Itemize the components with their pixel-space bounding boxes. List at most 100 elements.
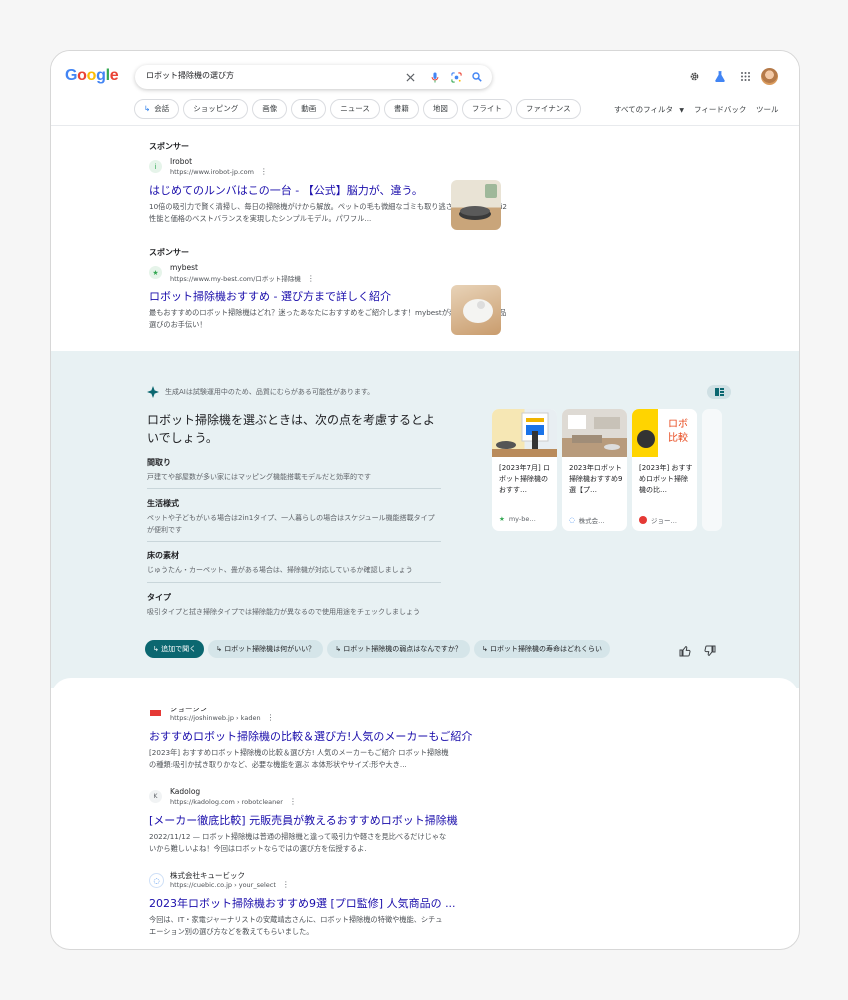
- labs-flask-icon[interactable]: [710, 66, 730, 86]
- result-site-url: https://joshinweb.jp › kaden ⋮: [170, 713, 275, 722]
- section-edge: [51, 337, 799, 351]
- reply-arrow-icon: ↳: [144, 104, 151, 113]
- ask-follow-up-button[interactable]: ↳ 追加で聞く: [145, 640, 205, 658]
- ad-site-name: mybest: [170, 263, 198, 272]
- follow-up-chips: ↳ 追加で聞く ↳ ロボット掃除機は何がいい？ ↳ ロボット掃除機の弱点はなんで…: [145, 640, 615, 658]
- result-site-row[interactable]: ◌ 株式会社キュービック https://cuebic.co.jp › your…: [149, 870, 449, 892]
- search-header: Google ロボット掃除機の選び方 ↳ 会話 ショッピング 画像 動画 ニュー…: [51, 51, 799, 126]
- dropdown-caret-icon: ▼: [679, 107, 685, 114]
- clear-icon[interactable]: [401, 68, 419, 86]
- thumbs-down-icon[interactable]: [704, 645, 716, 657]
- ad-thumbnail-robot-vacuum[interactable]: [451, 285, 501, 335]
- more-options-icon[interactable]: ⋮: [289, 797, 297, 806]
- ai-source-card-partial[interactable]: [702, 409, 722, 531]
- card-thumbnail: [492, 409, 557, 457]
- result-title-link[interactable]: おすすめロボット掃除機の比較＆選び方!人気のメーカーもご紹介: [149, 728, 472, 744]
- more-options-icon[interactable]: ⋮: [282, 880, 290, 889]
- divider: [147, 541, 441, 542]
- result-site-url: https://cuebic.co.jp › your_select ⋮: [170, 880, 290, 889]
- cubic-favicon-icon: ◌: [149, 873, 164, 888]
- search-icon[interactable]: [468, 68, 486, 86]
- ai-source-card[interactable]: ロボ 比較 [2023年] おすすめロボット掃除機の比… ジョー…: [632, 409, 697, 531]
- ai-point-lifestyle: 生活様式 ペットや子どもがいる場合は2in1タイプ、一人暮らしの場合はスケジュー…: [147, 499, 435, 534]
- browser-frame: Google ロボット掃除機の選び方 ↳ 会話 ショッピング 画像 動画 ニュー…: [50, 50, 800, 950]
- card-source: ◌ 株式会…: [569, 516, 605, 525]
- kadolog-favicon-icon: K: [149, 790, 162, 803]
- reply-arrow-icon: ↳: [481, 645, 491, 653]
- ad-site-url: https://www.my-best.com/ロボット掃除機 ⋮: [170, 274, 315, 283]
- search-result: ◌ 株式会社キュービック https://cuebic.co.jp › your…: [149, 865, 456, 938]
- all-filters-button[interactable]: すべてのフィルタ ▼: [614, 104, 684, 115]
- chip-videos[interactable]: 動画: [291, 99, 327, 119]
- result-site-name: Kadolog: [170, 787, 201, 796]
- card-thumbnail: ロボ 比較: [632, 409, 697, 457]
- ai-layout-toggle-button[interactable]: [707, 385, 731, 399]
- result-description: 2022/11/12 — ロボット掃除機は普通の掃除機と違って吸引力や軽さを見比…: [149, 832, 447, 853]
- chip-shopping[interactable]: ショッピング: [183, 99, 249, 119]
- avatar[interactable]: [761, 68, 778, 85]
- chip-books[interactable]: 書籍: [383, 99, 419, 119]
- lens-icon[interactable]: [447, 68, 465, 86]
- ai-heading: ロボット掃除機を選ぶときは、次の点を考慮するとよいでしょう。: [147, 413, 436, 445]
- card-thumbnail: [562, 409, 627, 457]
- ai-disclaimer: 生成AIは試験運用中のため、品質にむらがある可能性があります。: [147, 386, 374, 398]
- section-edge: [51, 678, 799, 708]
- chip-finance[interactable]: ファイナンス: [515, 99, 581, 119]
- cubic-favicon-icon: ◌: [569, 516, 575, 524]
- sponsored-label: スポンサー: [149, 248, 189, 257]
- settings-gear-icon[interactable]: [684, 66, 704, 86]
- sponsored-label: スポンサー: [149, 142, 189, 151]
- reply-arrow-icon: ↳: [216, 645, 225, 653]
- svg-text:比較: 比較: [668, 431, 688, 444]
- divider: [147, 488, 441, 489]
- joshin-favicon-icon: [639, 516, 647, 524]
- chip-flights[interactable]: フライト: [461, 99, 512, 119]
- tools-button[interactable]: ツール: [756, 104, 779, 115]
- star-favicon-icon: ★: [149, 266, 162, 279]
- layout-icon: [714, 388, 724, 396]
- ad-thumbnail-robot-vacuum[interactable]: [451, 180, 501, 230]
- chip-maps[interactable]: 地図: [422, 99, 458, 119]
- follow-up-chip[interactable]: ↳ ロボット掃除機の寿命はどれくらい: [473, 640, 611, 658]
- google-logo[interactable]: Google: [65, 67, 119, 85]
- search-box[interactable]: ロボット掃除機の選び方: [135, 65, 492, 89]
- more-options-icon[interactable]: ⋮: [267, 713, 275, 722]
- ad-site-name: Irobot: [170, 157, 193, 166]
- ai-sparkle-icon: [147, 386, 159, 398]
- ai-point-type: タイプ 吸引タイプと拭き掃除タイプでは掃除能力が異なるので使用用途をチェックしま…: [147, 593, 420, 616]
- filter-chips: ↳ 会話 ショッピング 画像 動画 ニュース 書籍 地図 フライト ファイナンス: [134, 99, 581, 119]
- ai-point-floor: 床の素材 じゅうたん・カーペット、畳がある場合は、掃除機が対応しているか確認しま…: [147, 551, 413, 574]
- search-result: K Kadolog https://kadolog.com › robotcle…: [149, 782, 458, 855]
- search-result: ジョーシン https://joshinweb.jp › kaden ⋮ おすすめ…: [149, 698, 472, 771]
- ai-point-layout: 間取り 戸建てや部屋数が多い家にはマッピング機能搭載モデルだと効率的です: [147, 458, 371, 481]
- follow-up-chip[interactable]: ↳ ロボット掃除機の弱点はなんですか？: [327, 640, 470, 658]
- more-options-icon[interactable]: ⋮: [260, 167, 268, 176]
- svg-text:ロボ: ロボ: [668, 418, 688, 430]
- chip-conversation[interactable]: ↳ 会話: [134, 99, 180, 119]
- divider: [147, 582, 441, 583]
- search-input[interactable]: ロボット掃除機の選び方: [146, 70, 234, 81]
- ad-site-row[interactable]: ★ mybest https://www.my-best.com/ロボット掃除機…: [149, 263, 509, 285]
- result-site-url: https://kadolog.com › robotcleaner ⋮: [170, 797, 297, 806]
- result-title-link[interactable]: 2023年ロボット掃除機おすすめ9選 [プロ監修] 人気商品の ...: [149, 895, 456, 911]
- result-description: 今回は、IT・家電ジャーナリストの安蔵靖志さんに、ロボット掃除機の特徴や機能、シ…: [149, 915, 443, 936]
- feedback-link[interactable]: フィードバック: [694, 104, 746, 115]
- irobot-favicon-icon: i: [149, 160, 162, 173]
- ad-site-row[interactable]: i Irobot https://www.irobot-jp.com ⋮: [149, 157, 509, 179]
- chip-news[interactable]: ニュース: [330, 99, 380, 119]
- reply-arrow-icon: ↳: [153, 645, 162, 653]
- follow-up-chip[interactable]: ↳ ロボット掃除機は何がいい？: [208, 640, 324, 658]
- thumbs-up-icon[interactable]: [679, 645, 691, 657]
- more-options-icon[interactable]: ⋮: [307, 274, 315, 283]
- ai-source-card[interactable]: 2023年ロボット掃除機おすすめ9選【プ… ◌ 株式会…: [562, 409, 627, 531]
- card-source: ★ my-be…: [499, 515, 536, 523]
- result-description: [2023年] おすすめロボット掃除機の比較＆選び方! 人気のメーカーもご紹介 …: [149, 748, 449, 769]
- ad-site-url: https://www.irobot-jp.com ⋮: [170, 167, 268, 176]
- card-source: ジョー…: [639, 515, 677, 525]
- chip-images[interactable]: 画像: [252, 99, 288, 119]
- result-site-row[interactable]: K Kadolog https://kadolog.com › robotcle…: [149, 787, 449, 809]
- ai-source-card[interactable]: [2023年7月] ロボット掃除機のおすす… ★ my-be…: [492, 409, 557, 531]
- microphone-icon[interactable]: [426, 68, 444, 86]
- result-title-link[interactable]: [メーカー徹底比較] 元販売員が教えるおすすめロボット掃除機: [149, 812, 458, 828]
- apps-grid-icon[interactable]: [735, 66, 755, 86]
